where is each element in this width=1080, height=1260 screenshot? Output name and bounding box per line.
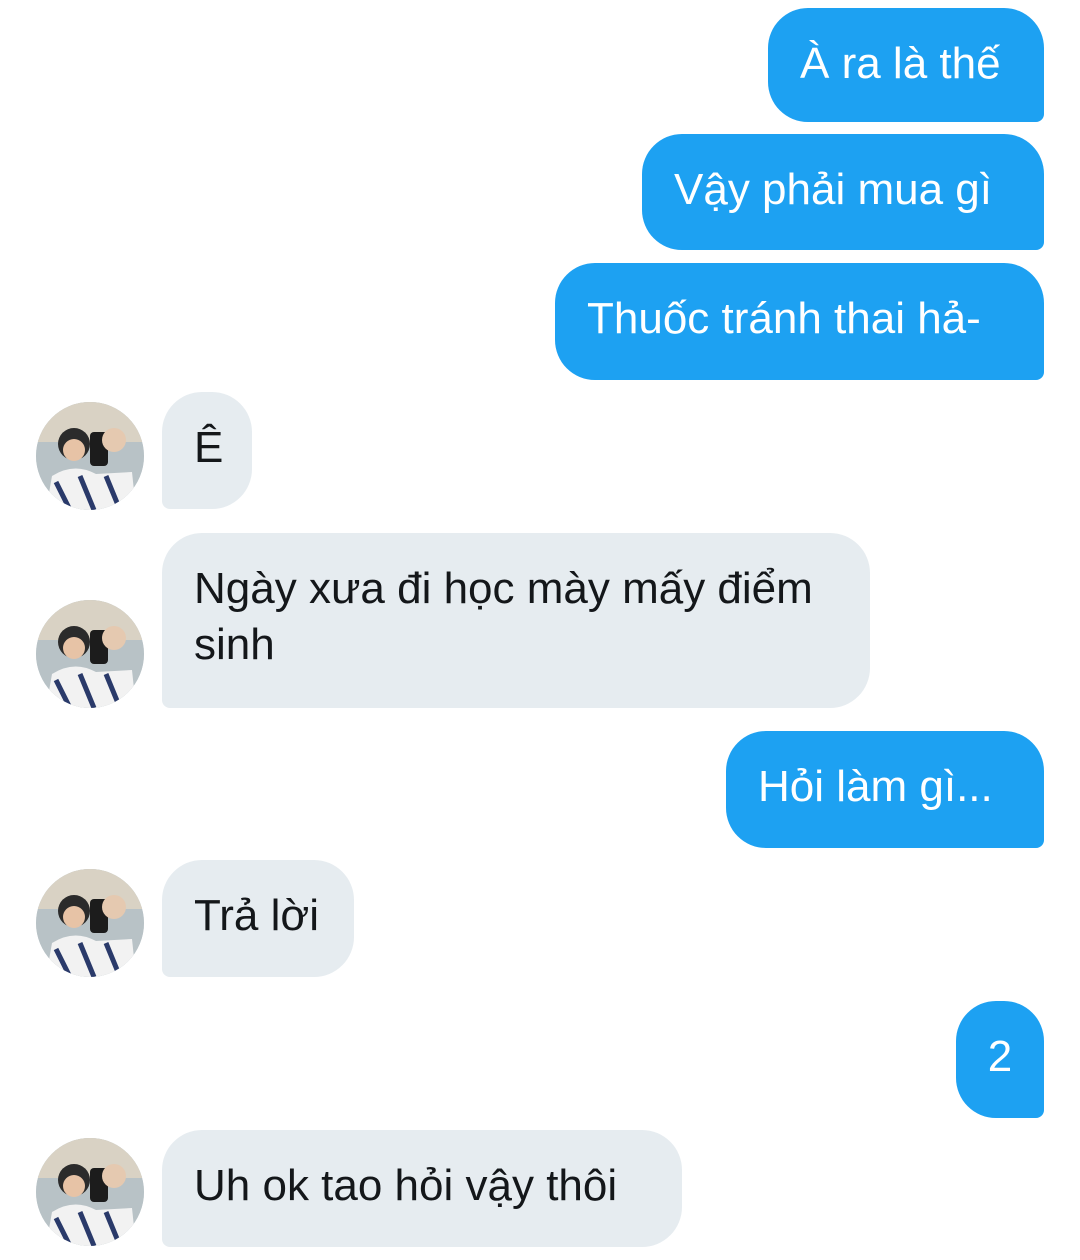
contact-avatar[interactable]: [36, 1138, 144, 1246]
avatar-photo-icon: [36, 1138, 144, 1246]
received-message-bubble[interactable]: Trả lời: [162, 860, 354, 977]
sent-message-bubble[interactable]: Vậy phải mua gì: [642, 134, 1044, 250]
contact-avatar[interactable]: [36, 869, 144, 977]
received-message-bubble[interactable]: Uh ok tao hỏi vậy thôi: [162, 1130, 682, 1247]
received-message-bubble[interactable]: Ê: [162, 392, 252, 509]
sent-message-bubble[interactable]: Hỏi làm gì...: [726, 731, 1044, 848]
received-message-bubble[interactable]: Ngày xưa đi học mày mấy điểm sinh: [162, 533, 870, 708]
avatar-photo-icon: [36, 402, 144, 510]
contact-avatar[interactable]: [36, 600, 144, 708]
sent-message-bubble[interactable]: À ra là thế: [768, 8, 1044, 122]
sent-message-bubble[interactable]: Thuốc tránh thai hả-: [555, 263, 1044, 380]
avatar-photo-icon: [36, 600, 144, 708]
sent-message-bubble[interactable]: 2: [956, 1001, 1044, 1118]
contact-avatar[interactable]: [36, 402, 144, 510]
avatar-photo-icon: [36, 869, 144, 977]
